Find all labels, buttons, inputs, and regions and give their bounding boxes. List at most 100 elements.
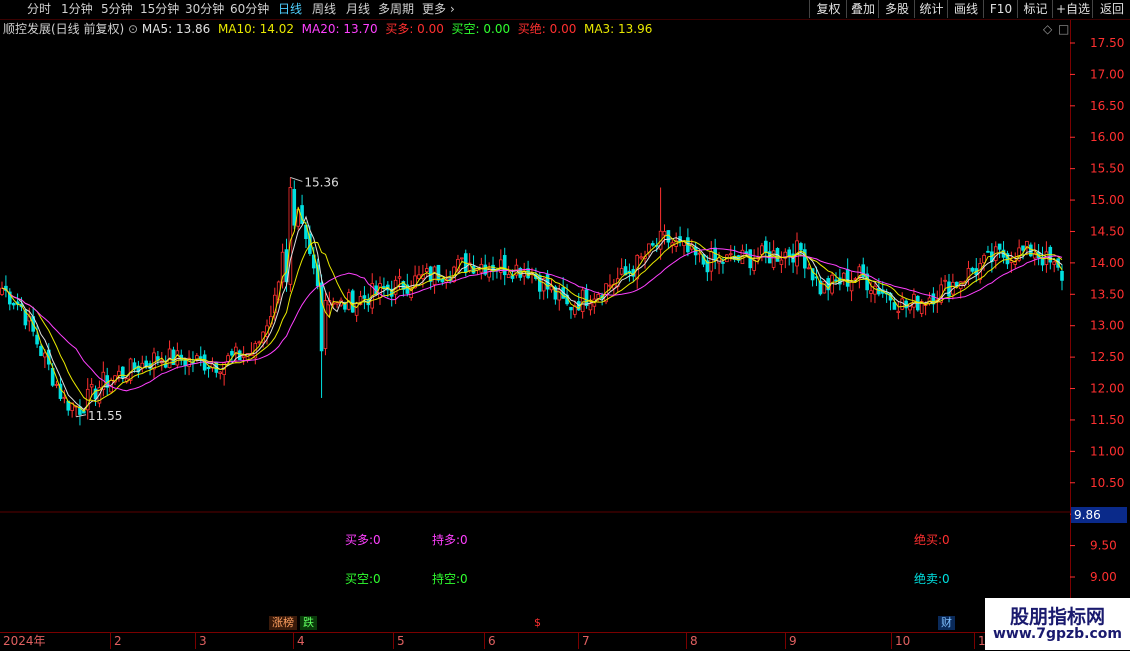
ma3-value: MA3: 13.96	[583, 22, 653, 36]
date-label: 7	[578, 633, 590, 649]
low-label: 11.55	[88, 409, 122, 423]
axis-tick-label: 15.50	[1090, 162, 1124, 176]
tab-60min[interactable]: 60分钟	[230, 1, 269, 17]
tab-more[interactable]: 更多	[422, 1, 446, 17]
date-label: 8	[686, 633, 698, 649]
candle-body	[970, 267, 975, 272]
diamond-icon[interactable]: ◇	[1043, 22, 1052, 36]
f10-button[interactable]: F10	[983, 0, 1018, 18]
candle-body	[354, 302, 359, 316]
axis-tick-label: 13.00	[1090, 319, 1124, 333]
tab-daily[interactable]: 日线	[278, 1, 302, 17]
date-label: 2024年	[3, 634, 46, 648]
tab-multi-period[interactable]: 多周期	[378, 1, 414, 17]
draw-line-button[interactable]: 画线	[947, 0, 984, 18]
statistics-button[interactable]: 统计	[914, 0, 948, 18]
ma20-value: MA20: 13.70	[301, 22, 378, 36]
tab-1min[interactable]: 1分钟	[61, 1, 93, 17]
stock-title: 顺控发展(日线 前复权)	[3, 22, 125, 36]
candle-body	[1052, 261, 1057, 265]
overlay-button[interactable]: 叠加	[846, 0, 879, 18]
adjust-button[interactable]: 复权	[809, 0, 847, 18]
signal-absolute-buy: 绝买:0	[914, 533, 950, 547]
high-pointer	[290, 176, 303, 182]
candle-body	[54, 383, 59, 386]
candle-body	[752, 259, 756, 271]
ma5-value: MA5: 13.86	[141, 22, 211, 36]
tab-monthly[interactable]: 月线	[346, 1, 370, 17]
candle-body	[460, 257, 464, 260]
back-button[interactable]: 返回	[1092, 0, 1130, 18]
candle-body	[35, 334, 39, 345]
candle-body	[257, 341, 262, 344]
signal-buy-long: 买多:0	[345, 533, 381, 547]
add-watchlist-button[interactable]: +自选	[1052, 0, 1093, 18]
axis-tick-label: 16.50	[1090, 99, 1124, 113]
ma5-line	[1, 215, 1063, 411]
limit-up-badge[interactable]: 涨榜	[269, 616, 297, 630]
candle-body	[608, 284, 612, 287]
candle-body	[230, 351, 234, 356]
candle-body	[896, 310, 901, 313]
date-label: 10	[891, 633, 910, 649]
candle-body	[900, 298, 905, 310]
axis-tick-label: 13.50	[1090, 287, 1124, 301]
axis-tick-label: 12.50	[1090, 350, 1124, 364]
tab-intraday[interactable]: 分时	[27, 1, 51, 17]
axis-tick-label: 14.00	[1090, 256, 1124, 270]
candle-body	[799, 243, 803, 251]
candlestick-chart: 17.50 17.00 16.50 16.00 15.50 15.00 14.50 14.00…	[0, 38, 1124, 584]
mark-button[interactable]: 标记	[1017, 0, 1053, 18]
square-icon[interactable]: □	[1058, 22, 1069, 36]
axis-tick-label: 17.50	[1090, 38, 1124, 50]
candle-body	[0, 287, 4, 295]
candle-body	[11, 302, 16, 306]
candle-body	[440, 278, 445, 283]
tab-30min[interactable]: 30分钟	[185, 1, 224, 17]
candle-body	[651, 243, 655, 246]
candle-body	[424, 268, 429, 272]
axis-tick-label: 11.50	[1090, 413, 1124, 427]
dollar-badge[interactable]: $	[531, 616, 544, 630]
signal-buy-short: 买空:0	[345, 572, 381, 586]
fall-badge[interactable]: 跌	[300, 616, 317, 630]
chevron-right-icon[interactable]: ›	[450, 1, 455, 17]
candle-body	[986, 250, 990, 253]
candle-body	[822, 281, 827, 294]
axis-tick-label: 10.50	[1090, 476, 1124, 490]
axis-tick-label: 14.50	[1090, 224, 1124, 238]
candle-body	[43, 352, 47, 358]
date-label: 2	[110, 633, 122, 649]
candle-body	[588, 303, 593, 311]
candle-body	[121, 366, 125, 379]
multi-stock-button[interactable]: 多股	[878, 0, 915, 18]
candle-body	[580, 289, 585, 312]
finance-badge[interactable]: 财	[938, 616, 955, 630]
date-label: 5	[393, 633, 405, 649]
axis-tick-label: 17.00	[1090, 67, 1124, 81]
candle-body	[432, 266, 437, 285]
settings-icon[interactable]: ⊙	[128, 22, 142, 36]
candle-body	[771, 250, 776, 268]
candle-body	[841, 272, 846, 281]
tab-15min[interactable]: 15分钟	[140, 1, 179, 17]
candle-body	[506, 274, 511, 279]
candle-body	[1021, 245, 1025, 251]
candle-body	[764, 240, 768, 253]
buy-absolute-value: 买绝: 0.00	[517, 22, 577, 36]
candle-body	[62, 396, 67, 399]
axis-tick-label: 15.00	[1090, 193, 1124, 207]
candle-body	[335, 302, 339, 305]
candle-body	[728, 253, 733, 256]
candle-body	[873, 285, 877, 295]
tab-5min[interactable]: 5分钟	[101, 1, 133, 17]
candle-body	[397, 276, 402, 279]
candle-body	[845, 269, 850, 287]
date-axis: 2024年 2 3 4 5 6 7 8 9 10 11	[0, 632, 1130, 651]
candle-body	[292, 189, 297, 226]
signal-absolute-sell: 绝卖:0	[914, 572, 950, 586]
candle-body	[436, 264, 441, 281]
date-label: 9	[785, 633, 797, 649]
tab-weekly[interactable]: 周线	[312, 1, 336, 17]
low-pointer	[75, 414, 87, 418]
